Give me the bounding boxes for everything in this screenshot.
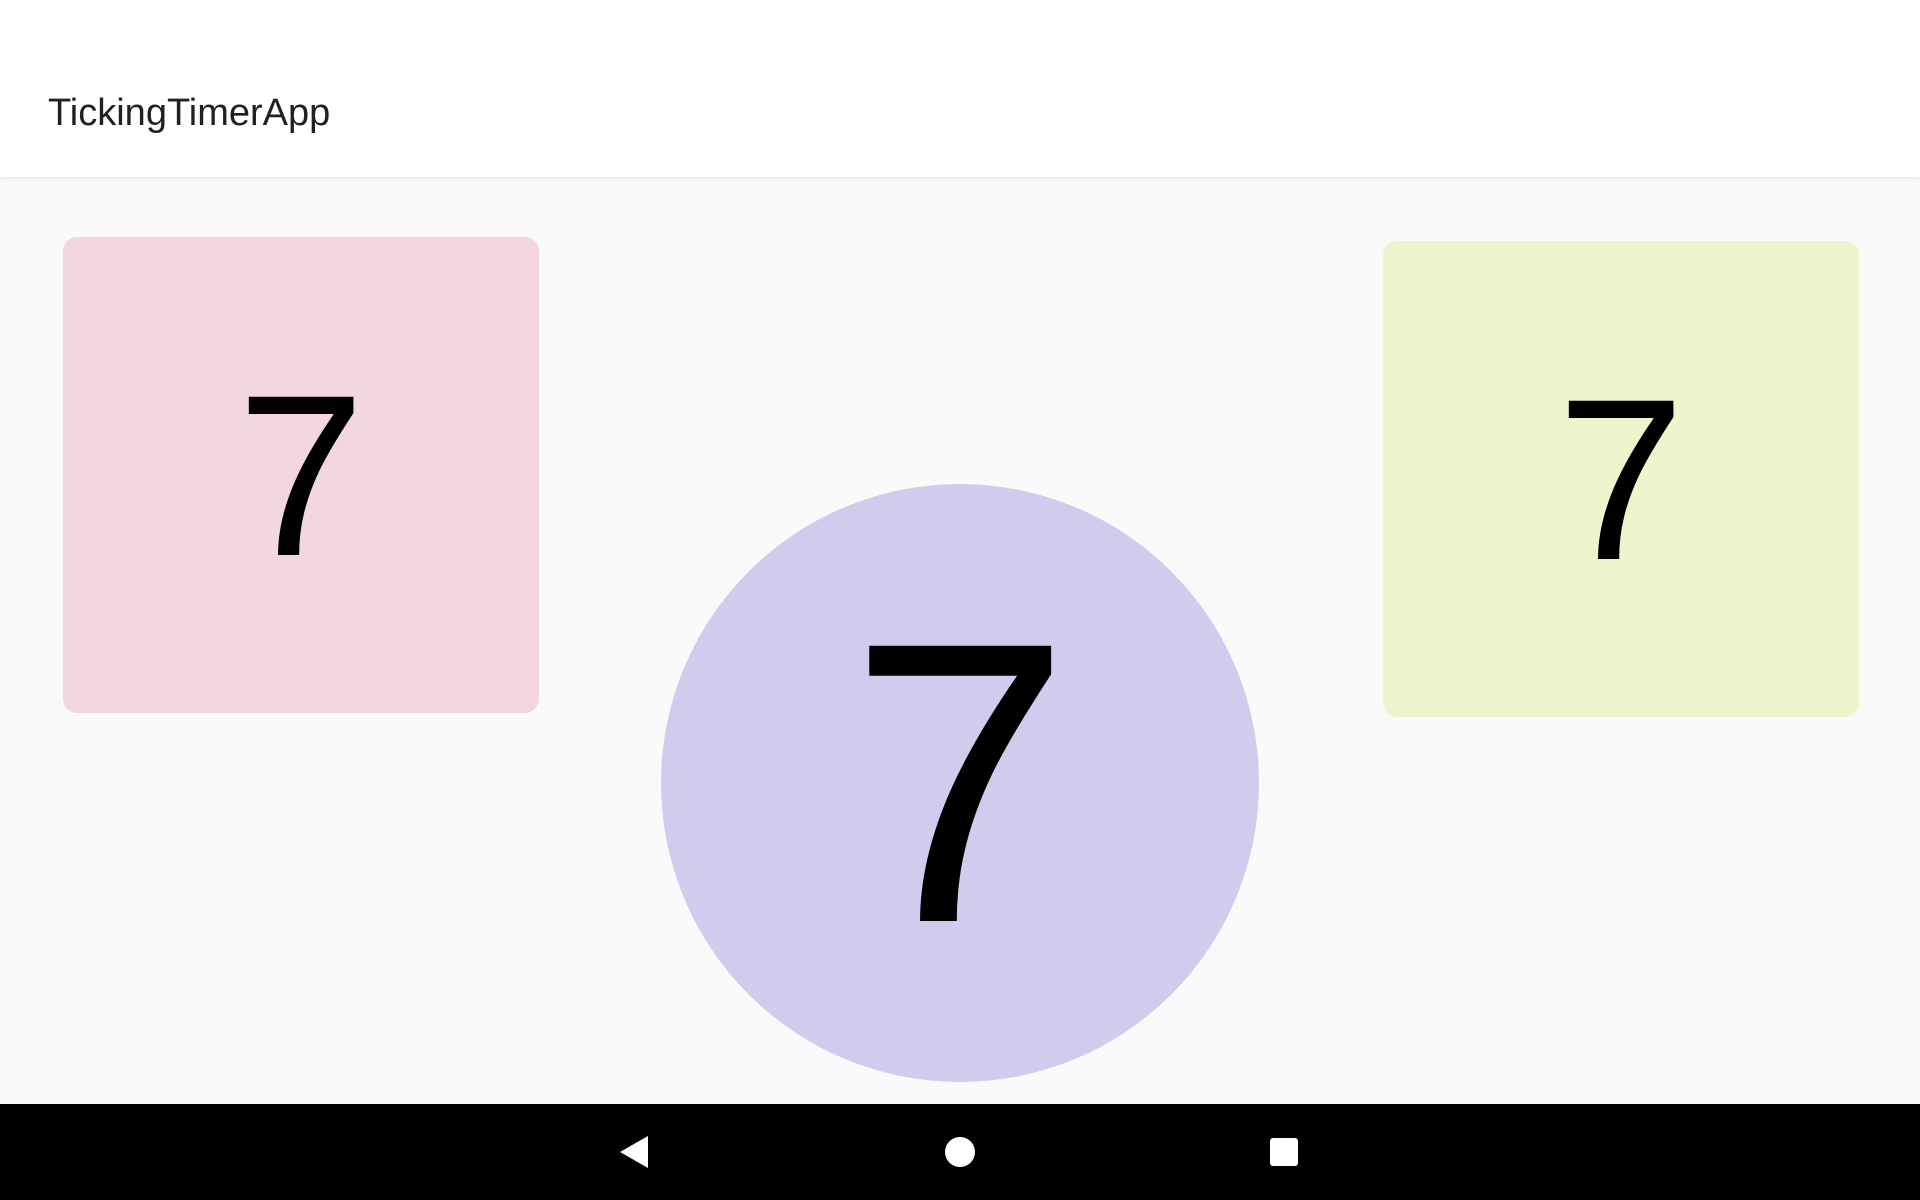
- timer-value-left: 7: [237, 346, 365, 604]
- app-bar: TickingTimerApp: [0, 37, 1920, 177]
- app-title: TickingTimerApp: [48, 92, 331, 134]
- status-bar: [0, 0, 1920, 37]
- home-circle-icon: [945, 1137, 975, 1167]
- back-triangle-icon: [620, 1136, 648, 1168]
- timer-tile-left: 7: [63, 237, 539, 713]
- recents-button[interactable]: [1236, 1104, 1332, 1200]
- timer-value-right: 7: [1557, 350, 1685, 608]
- timer-content: 7 7 7: [0, 177, 1920, 1104]
- back-button[interactable]: [586, 1104, 682, 1200]
- timer-tile-right: 7: [1383, 241, 1859, 717]
- navigation-bar: [0, 1104, 1920, 1200]
- timer-tile-center: 7: [661, 484, 1259, 1082]
- recents-square-icon: [1270, 1138, 1298, 1166]
- home-button[interactable]: [912, 1104, 1008, 1200]
- timer-value-center: 7: [848, 559, 1072, 1006]
